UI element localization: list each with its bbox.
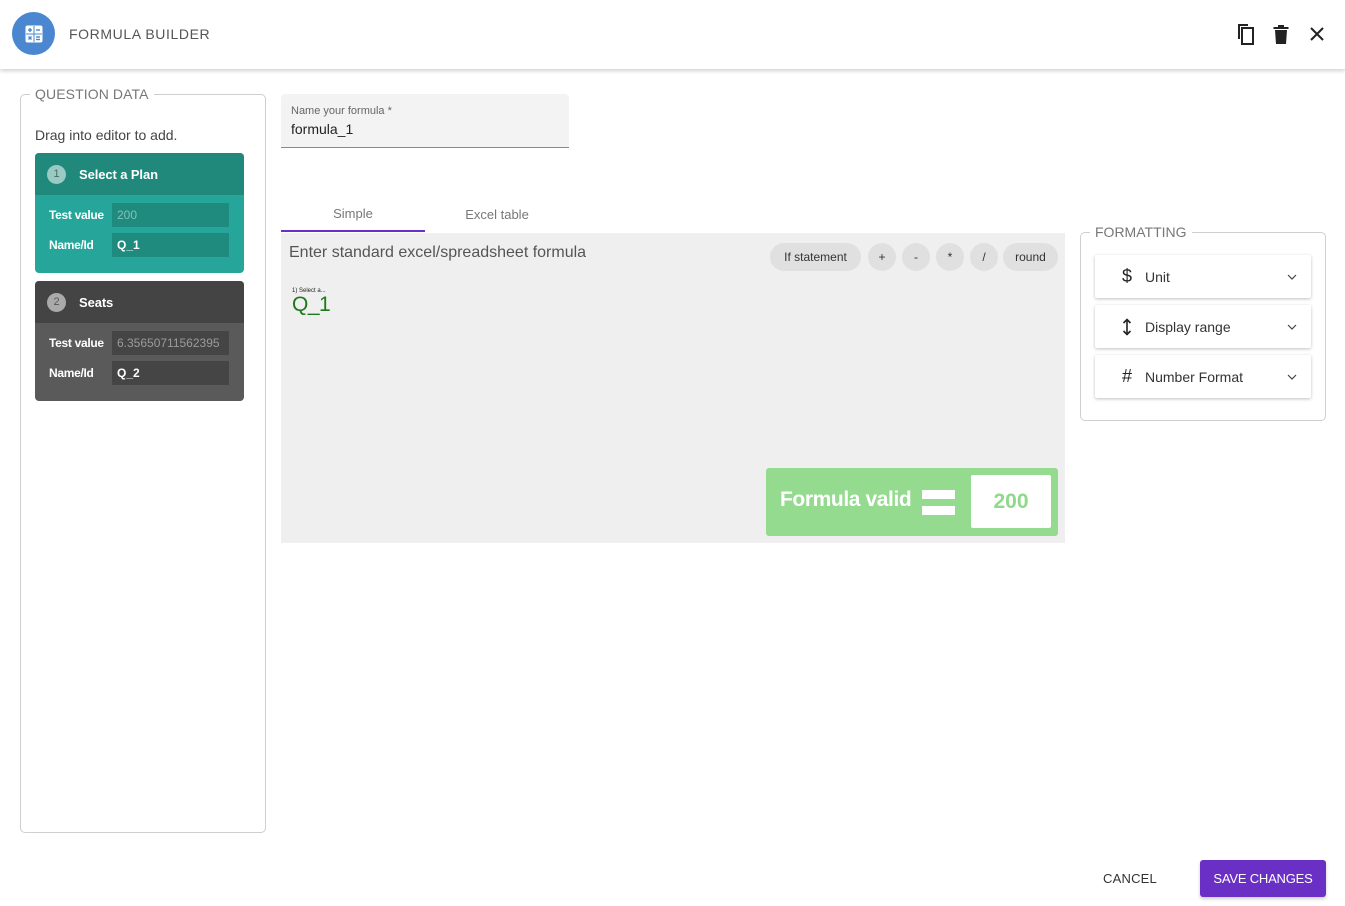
question-card-header[interactable]: 2 Seats bbox=[35, 281, 244, 323]
display-range-label: Display range bbox=[1145, 318, 1231, 335]
question-number-badge: 1 bbox=[47, 164, 66, 184]
formula-status-text: Formula valid bbox=[780, 488, 912, 511]
calculator-icon bbox=[12, 12, 55, 55]
drag-hint: Drag into editor to add. bbox=[35, 127, 178, 143]
formula-name-label: Name your formula * bbox=[291, 105, 392, 117]
multiply-chip[interactable]: * bbox=[936, 243, 964, 271]
question-title: Seats bbox=[79, 294, 114, 310]
question-card-header[interactable]: 1 Select a Plan bbox=[35, 153, 244, 195]
question-data-legend: QUESTION DATA bbox=[30, 86, 154, 102]
dollar-icon: $ bbox=[1121, 266, 1132, 286]
test-value-row: Test value 200 bbox=[49, 203, 229, 227]
copy-button[interactable] bbox=[1233, 22, 1257, 46]
name-id-label: Name/Id bbox=[49, 366, 94, 380]
question-title: Select a Plan bbox=[79, 166, 158, 182]
header-bar: FORMULA BUILDER bbox=[0, 0, 1345, 69]
unit-expander[interactable]: $ Unit bbox=[1095, 255, 1311, 298]
formula-status-box: Formula valid 200 bbox=[766, 468, 1058, 536]
close-icon bbox=[1310, 27, 1324, 41]
round-chip[interactable]: round bbox=[1003, 243, 1058, 271]
formatting-panel: FORMATTING $ Unit Display range # Number… bbox=[1080, 224, 1326, 421]
cancel-button[interactable]: CANCEL bbox=[1092, 864, 1168, 892]
chevron-down-icon bbox=[1287, 324, 1297, 330]
token-value: Q_1 bbox=[292, 293, 331, 316]
vertical-arrows-icon bbox=[1117, 317, 1137, 336]
question-card-2[interactable]: 2 Seats Test value 6.35650711562395 Name… bbox=[35, 281, 244, 401]
close-button[interactable] bbox=[1305, 22, 1329, 46]
name-id-input[interactable]: Q_2 bbox=[112, 361, 229, 385]
display-range-expander[interactable]: Display range bbox=[1095, 305, 1311, 348]
trash-icon bbox=[1273, 24, 1289, 44]
name-id-input[interactable]: Q_1 bbox=[112, 233, 229, 257]
test-value-label: Test value bbox=[49, 336, 104, 350]
if-statement-chip[interactable]: If statement bbox=[770, 243, 861, 271]
formula-editor[interactable]: Enter standard excel/spreadsheet formula… bbox=[281, 233, 1065, 543]
app-title: FORMULA BUILDER bbox=[69, 26, 211, 42]
tab-simple[interactable]: Simple bbox=[281, 196, 425, 232]
test-value-label: Test value bbox=[49, 208, 104, 222]
test-value-input[interactable]: 200 bbox=[112, 203, 229, 227]
number-format-label: Number Format bbox=[1145, 368, 1244, 385]
tab-excel-table[interactable]: Excel table bbox=[425, 196, 569, 232]
hash-icon: # bbox=[1121, 366, 1132, 386]
question-number-badge: 2 bbox=[47, 292, 66, 312]
plus-chip[interactable]: + bbox=[868, 243, 896, 271]
formula-token-q1[interactable]: 1) Select a... Q_1 bbox=[292, 288, 331, 316]
chevron-down-icon bbox=[1287, 274, 1297, 280]
divide-chip[interactable]: / bbox=[970, 243, 998, 271]
name-id-row: Name/Id Q_2 bbox=[49, 361, 229, 385]
formula-name-field[interactable]: Name your formula * bbox=[281, 94, 569, 148]
chevron-down-icon bbox=[1287, 374, 1297, 380]
formula-result: 200 bbox=[971, 475, 1051, 528]
formula-name-input[interactable] bbox=[291, 121, 551, 137]
unit-label: Unit bbox=[1145, 268, 1170, 285]
minus-chip[interactable]: - bbox=[902, 243, 930, 271]
question-card-1[interactable]: 1 Select a Plan Test value 200 Name/Id Q… bbox=[35, 153, 244, 273]
number-format-expander[interactable]: # Number Format bbox=[1095, 355, 1311, 398]
name-id-label: Name/Id bbox=[49, 238, 94, 252]
editor-placeholder: Enter standard excel/spreadsheet formula bbox=[289, 244, 587, 261]
formatting-legend: FORMATTING bbox=[1090, 224, 1192, 240]
test-value-input[interactable]: 6.35650711562395 bbox=[112, 331, 229, 355]
name-id-row: Name/Id Q_1 bbox=[49, 233, 229, 257]
delete-button[interactable] bbox=[1269, 22, 1293, 46]
save-changes-button[interactable]: SAVE CHANGES bbox=[1200, 860, 1326, 897]
copy-icon bbox=[1238, 24, 1254, 45]
test-value-row: Test value 6.35650711562395 bbox=[49, 331, 229, 355]
question-data-panel: QUESTION DATA Drag into editor to add. 1… bbox=[20, 86, 266, 833]
